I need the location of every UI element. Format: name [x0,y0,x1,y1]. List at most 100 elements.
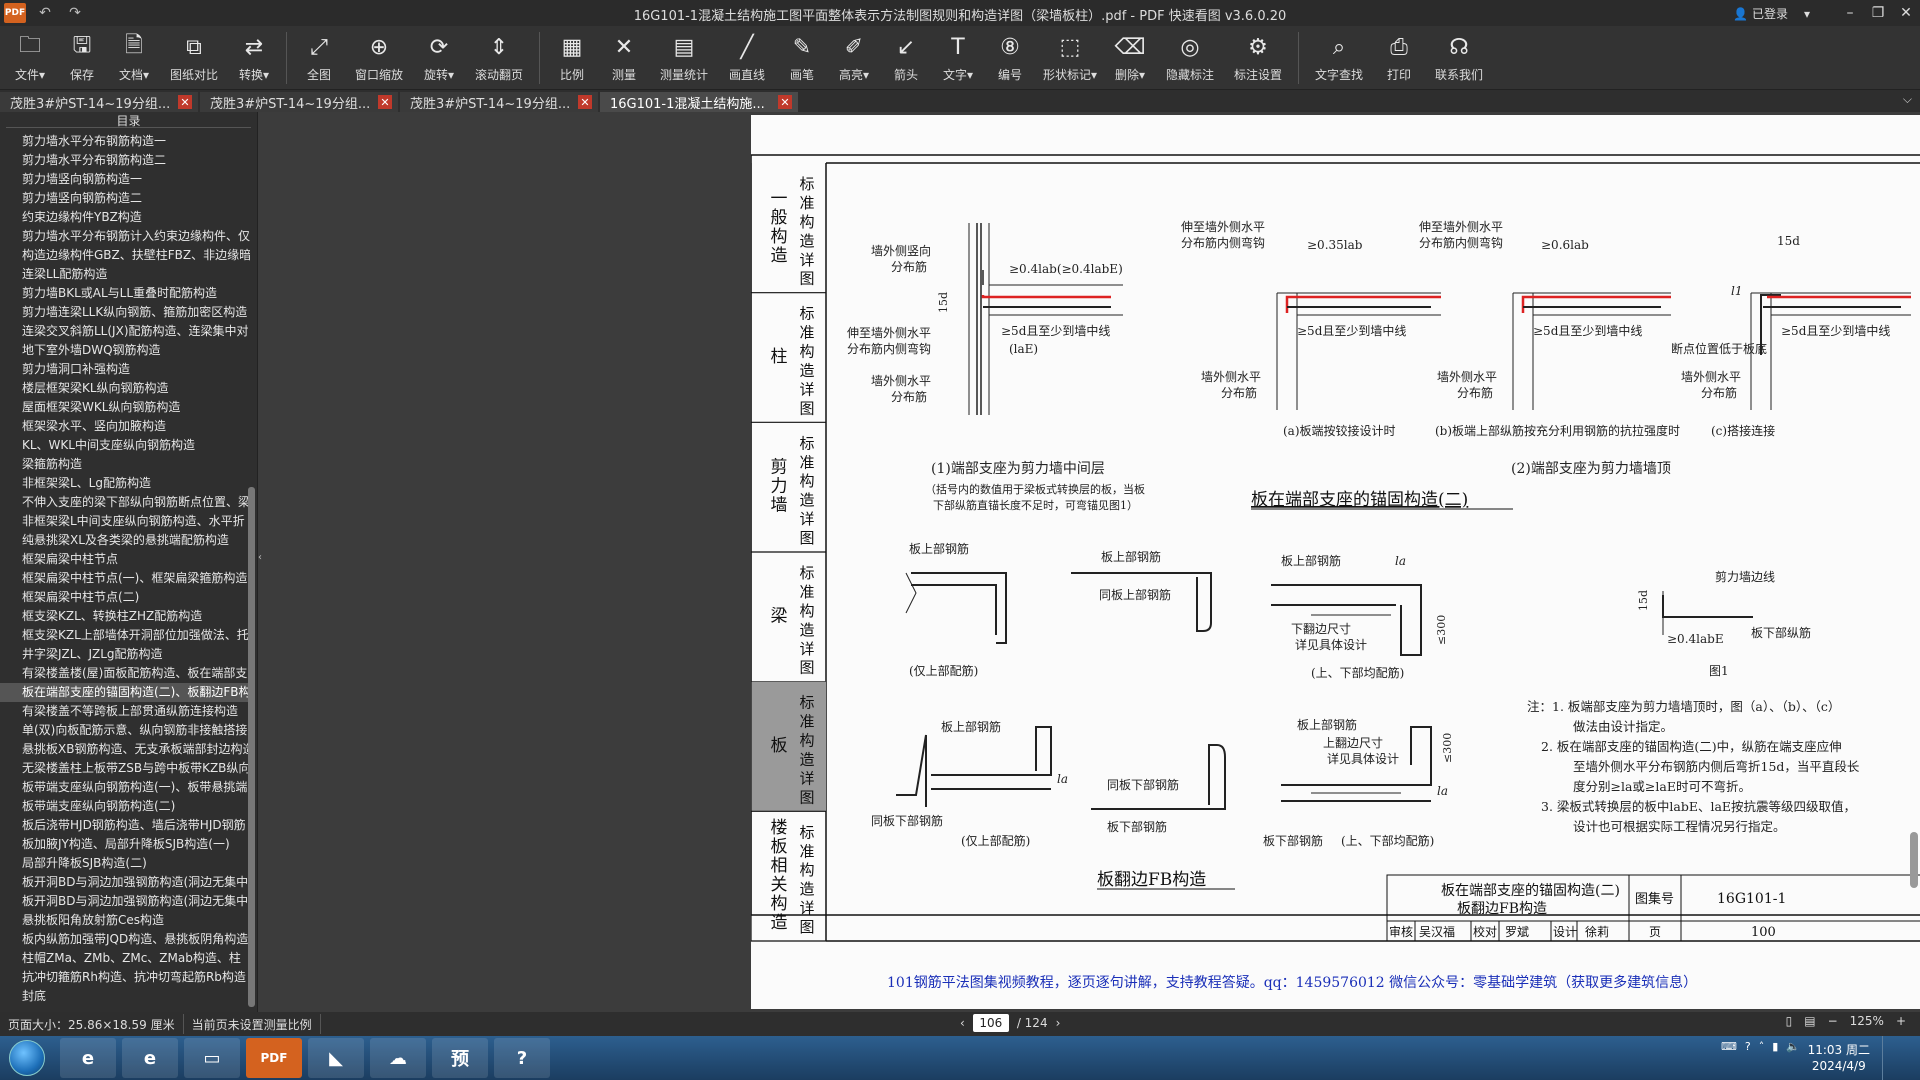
toc-item[interactable]: 剪力墙水平分布钢筋构造二 [0,151,250,170]
toc-item[interactable]: 柱帽ZMa、ZMb、ZMc、ZMab构造、柱 [0,949,250,968]
zoom-out-icon[interactable]: − [1828,1014,1838,1028]
toc-item[interactable]: 地下室外墙DWQ钢筋构造 [0,341,250,360]
search-button[interactable]: ⌕ 文字查找 [1305,26,1373,90]
toc-item[interactable]: 局部升降板SJB构造(二) [0,854,250,873]
folder-button[interactable]: 🗀 文件▾ [4,26,56,90]
number-button[interactable]: ⑧ 编号 [984,26,1036,90]
ie-icon[interactable]: e [122,1038,178,1078]
pen-button[interactable]: ✎ 画笔 [776,26,828,90]
rotate-button[interactable]: ⟳ 旋转▾ [413,26,465,90]
toc-item[interactable]: 非框架梁L、Lg配筋构造 [0,474,250,493]
viewer-scrollbar[interactable] [1910,832,1918,888]
measure-stats-button[interactable]: ▤ 测量统计 [650,26,718,90]
start-button[interactable] [0,1036,54,1080]
close-tab-icon[interactable]: ✕ [378,95,392,109]
tabs-overflow-icon[interactable]: ⌵ [1903,92,1912,107]
help-app-icon[interactable]: ? [494,1038,550,1078]
toc-item[interactable]: 板带端支座纵向钢筋构造(二) [0,797,250,816]
toc-item[interactable]: 封底 [0,987,250,1006]
page-number-input[interactable]: 106 [972,1014,1009,1032]
save-button[interactable]: 🖫 保存 [56,26,108,90]
toc-item[interactable]: 井字梁JZL、JZLg配筋构造 [0,645,250,664]
tab-document[interactable]: 茂胜3#炉ST-14~19分组... ✕ [400,92,598,112]
maximize-button[interactable]: ❐ [1864,0,1892,26]
toc-item[interactable]: 框架扁梁中柱节点(一)、框架扁梁箍筋构造 [0,569,250,588]
measure-scale-status[interactable]: 当前页未设置测量比例 [184,1014,321,1034]
hide-mark-button[interactable]: ◎ 隐藏标注 [1156,26,1224,90]
toc-item[interactable]: 板后浇带HJD钢筋构造、墙后浇带HJD钢筋 [0,816,250,835]
document-button[interactable]: 🗎 文档▾ [108,26,160,90]
toc-item[interactable]: 楼层框架梁KL纵向钢筋构造 [0,379,250,398]
next-page-icon[interactable]: › [1056,1016,1061,1030]
zoom-level[interactable]: 125% [1850,1014,1884,1028]
browser-360-icon[interactable]: e [60,1038,116,1078]
tab-document[interactable]: 茂胜3#炉ST-14~19分组... ✕ [200,92,398,112]
pdf-viewer-icon[interactable]: PDF [246,1038,302,1078]
single-page-icon[interactable]: ▯ [1786,1014,1793,1028]
highlight-button[interactable]: ✐ 高亮▾ [828,26,880,90]
toc-item[interactable]: 框支梁KZL、转换柱ZHZ配筋构造 [0,607,250,626]
toc-item[interactable]: 构造边缘构件GBZ、扶壁柱FBZ、非边缘暗 [0,246,250,265]
minimize-button[interactable]: – [1836,0,1864,26]
toc-item[interactable]: 有梁楼盖楼(屋)面板配筋构造、板在端部支 [0,664,250,683]
help-icon[interactable]: ? [1745,1040,1751,1053]
compare-button[interactable]: ⧉ 图纸对比 [160,26,228,90]
toc-item[interactable]: 抗冲切箍筋Rh构造、抗冲切弯起筋Rb构造 [0,968,250,987]
explorer-icon[interactable]: ▭ [184,1038,240,1078]
toc-item[interactable]: 不伸入支座的梁下部纵向钢筋断点位置、梁 [0,493,250,512]
toc-item[interactable]: 板加腋JY构造、局部升降板SJB构造(一) [0,835,250,854]
dingtalk-icon[interactable]: ◣ [308,1038,364,1078]
toc-item[interactable]: 板带端支座纵向钢筋构造(一)、板带悬挑端 [0,778,250,797]
collapse-sidebar-icon[interactable]: ‹ [258,552,266,566]
mark-settings-button[interactable]: ⚙ 标注设置 [1224,26,1292,90]
toc-item[interactable]: 剪力墙BKL或AL与LL重叠时配筋构造 [0,284,250,303]
toc-item[interactable]: 连梁交叉斜筋LL(JX)配筋构造、连梁集中对 [0,322,250,341]
close-tab-icon[interactable]: ✕ [778,95,792,109]
zoom-in-icon[interactable]: + [1896,1014,1906,1028]
headset-button[interactable]: ☊ 联系我们 [1425,26,1493,90]
menu-dropdown-icon[interactable]: ▾ [1804,7,1810,21]
toc-item[interactable]: 剪力墙竖向钢筋构造二 [0,189,250,208]
convert-button[interactable]: ⇄ 转换▾ [228,26,280,90]
toc-item[interactable]: 板开洞BD与洞边加强钢筋构造(洞边无集中 [0,892,250,911]
scale-button[interactable]: ▦ 比例 [546,26,598,90]
close-tab-icon[interactable]: ✕ [578,95,592,109]
keyboard-icon[interactable]: ⌨ [1721,1040,1737,1053]
toc-scrollbar[interactable] [248,487,255,1007]
measure-button[interactable]: ✕ 测量 [598,26,650,90]
toc-item[interactable]: 无梁楼盖柱上板带ZSB与跨中板带KZB纵向 [0,759,250,778]
toc-item[interactable]: 悬挑板阳角放射筋Ces构造 [0,911,250,930]
scroll-page-button[interactable]: ⇕ 滚动翻页 [465,26,533,90]
toc-item[interactable]: KL、WKL中间支座纵向钢筋构造 [0,436,250,455]
tab-document[interactable]: 16G101-1混凝土结构施... ✕ [600,92,798,112]
toc-item[interactable]: 剪力墙竖向钢筋构造一 [0,170,250,189]
shape-mark-button[interactable]: ⬚ 形状标记▾ [1036,26,1104,90]
toc-item[interactable]: 剪力墙洞口补强构造 [0,360,250,379]
undo-icon[interactable]: ↶ [34,2,56,24]
toc-item[interactable]: 剪力墙水平分布钢筋构造一 [0,132,250,151]
prev-page-icon[interactable]: ‹ [960,1016,965,1030]
toc-item[interactable]: 纯悬挑梁XL及各类梁的悬挑端配筋构造 [0,531,250,550]
print-button[interactable]: ⎙ 打印 [1373,26,1425,90]
toc-item[interactable]: 框支梁KZL上部墙体开洞部位加强做法、托 [0,626,250,645]
arrow-button[interactable]: ↙ 箭头 [880,26,932,90]
toc-item[interactable]: 单(双)向板配筋示意、纵向钢筋非接触搭接 [0,721,250,740]
redo-icon[interactable]: ↷ [64,2,86,24]
toc-item[interactable]: 框架梁水平、竖向加腋构造 [0,417,250,436]
toc-item[interactable]: 板在端部支座的锚固构造(二)、板翻边FB构 [0,683,250,702]
line-button[interactable]: ╱ 画直线 [718,26,776,90]
network-icon[interactable]: ▮ [1772,1040,1778,1053]
toc-item[interactable]: 悬挑板XB钢筋构造、无支承板端部封边构造 [0,740,250,759]
toc-item[interactable]: 约束边缘构件YBZ构造 [0,208,250,227]
toc-item[interactable]: 框架扁梁中柱节点(二) [0,588,250,607]
tray-chevron-icon[interactable]: ˄ [1759,1040,1765,1053]
toc-item[interactable]: 剪力墙水平分布钢筋计入约束边缘构件、仅 [0,227,250,246]
toc-item[interactable]: 连梁LL配筋构造 [0,265,250,284]
budget-app-icon[interactable]: 预 [432,1038,488,1078]
cloud-icon[interactable]: ☁ [370,1038,426,1078]
toc-item[interactable]: 板内纵筋加强带JQD构造、悬挑板阴角构造 [0,930,250,949]
clock[interactable]: 11:03 周二 2024/4/9 [1808,1042,1870,1074]
text-button[interactable]: T 文字▾ [932,26,984,90]
tab-document[interactable]: 茂胜3#炉ST-14~19分组... ✕ [0,92,198,112]
toc-item[interactable]: 剪力墙连梁LLK纵向钢筋、箍筋加密区构造 [0,303,250,322]
